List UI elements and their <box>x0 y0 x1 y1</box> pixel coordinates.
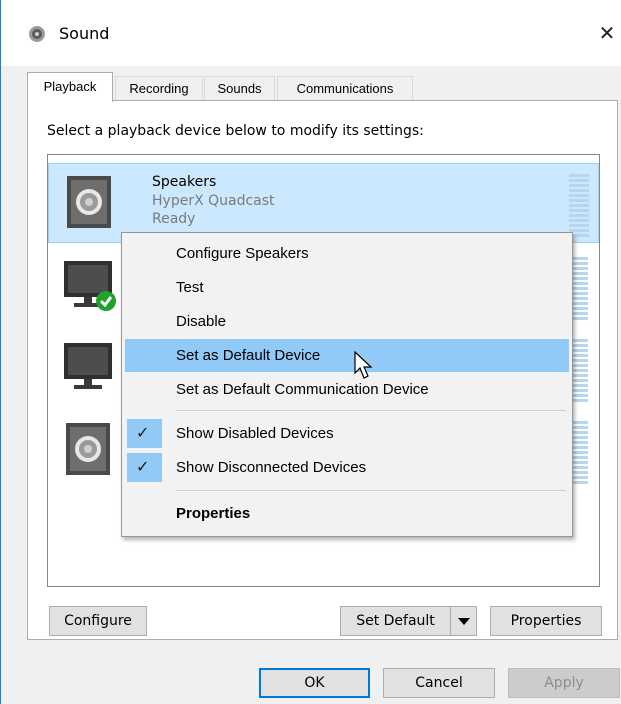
menu-item-label: Set as Default Device <box>176 347 321 364</box>
menu-item-configure-speakers[interactable]: Configure Speakers <box>125 237 569 270</box>
configure-button[interactable]: Configure <box>49 606 147 636</box>
menu-item-set-default-device[interactable]: Set as Default Device <box>125 339 569 372</box>
title-bar: Sound ✕ <box>1 0 621 66</box>
default-check-badge <box>96 291 116 311</box>
menu-separator <box>176 490 566 491</box>
menu-item-label: Configure Speakers <box>176 245 309 262</box>
ok-button[interactable]: OK <box>259 668 370 698</box>
sound-dialog: Sound ✕ Playback Recording Sounds Commun… <box>0 0 621 704</box>
set-default-dropdown[interactable] <box>450 607 476 635</box>
set-default-button[interactable]: Set Default <box>340 606 477 636</box>
device-row-speakers[interactable]: Speakers HyperX Quadcast Ready <box>48 163 599 243</box>
menu-item-show-disabled-devices[interactable]: ✓ Show Disabled Devices <box>125 417 569 450</box>
set-default-label: Set Default <box>356 613 435 629</box>
cancel-button[interactable]: Cancel <box>383 668 495 698</box>
speaker-icon <box>67 176 111 228</box>
window-title: Sound <box>59 24 110 43</box>
menu-item-label: Test <box>176 279 204 296</box>
instruction-text: Select a playback device below to modify… <box>47 123 424 139</box>
close-icon: ✕ <box>598 21 616 45</box>
tab-communications[interactable]: Communications <box>277 76 413 101</box>
mouse-pointer-icon <box>354 351 373 379</box>
speaker-icon <box>66 423 110 475</box>
monitor-icon <box>64 343 112 389</box>
menu-item-label: Disable <box>176 313 227 330</box>
device-name: Speakers <box>152 174 217 190</box>
device-context-menu: Configure Speakers Test Disable Set as D… <box>121 232 573 537</box>
close-button[interactable]: ✕ <box>595 20 619 46</box>
tab-playback[interactable]: Playback <box>27 72 113 102</box>
menu-item-label: Set as Default Communication Device <box>176 381 429 398</box>
speaker-app-icon <box>29 26 45 42</box>
menu-separator <box>176 410 566 411</box>
chevron-down-icon <box>458 618 470 625</box>
menu-item-label: Show Disconnected Devices <box>176 459 367 476</box>
menu-item-set-default-communication-device[interactable]: Set as Default Communication Device <box>125 373 569 406</box>
device-description: HyperX Quadcast <box>152 193 275 209</box>
monitor-icon <box>64 261 116 311</box>
checkmark-icon: ✓ <box>136 459 150 476</box>
tab-recording[interactable]: Recording <box>115 76 203 101</box>
menu-item-label: Show Disabled Devices <box>176 425 334 442</box>
properties-button[interactable]: Properties <box>490 606 602 636</box>
tab-sounds[interactable]: Sounds <box>204 76 275 101</box>
menu-item-disable[interactable]: Disable <box>125 305 569 338</box>
menu-item-properties[interactable]: Properties <box>125 497 569 530</box>
volume-meter <box>569 174 589 238</box>
device-status: Ready <box>152 211 196 227</box>
apply-button[interactable]: Apply <box>508 668 620 698</box>
menu-item-show-disconnected-devices[interactable]: ✓ Show Disconnected Devices <box>125 451 569 484</box>
checkmark-icon: ✓ <box>136 425 150 442</box>
menu-item-test[interactable]: Test <box>125 271 569 304</box>
menu-item-label: Properties <box>176 505 251 522</box>
